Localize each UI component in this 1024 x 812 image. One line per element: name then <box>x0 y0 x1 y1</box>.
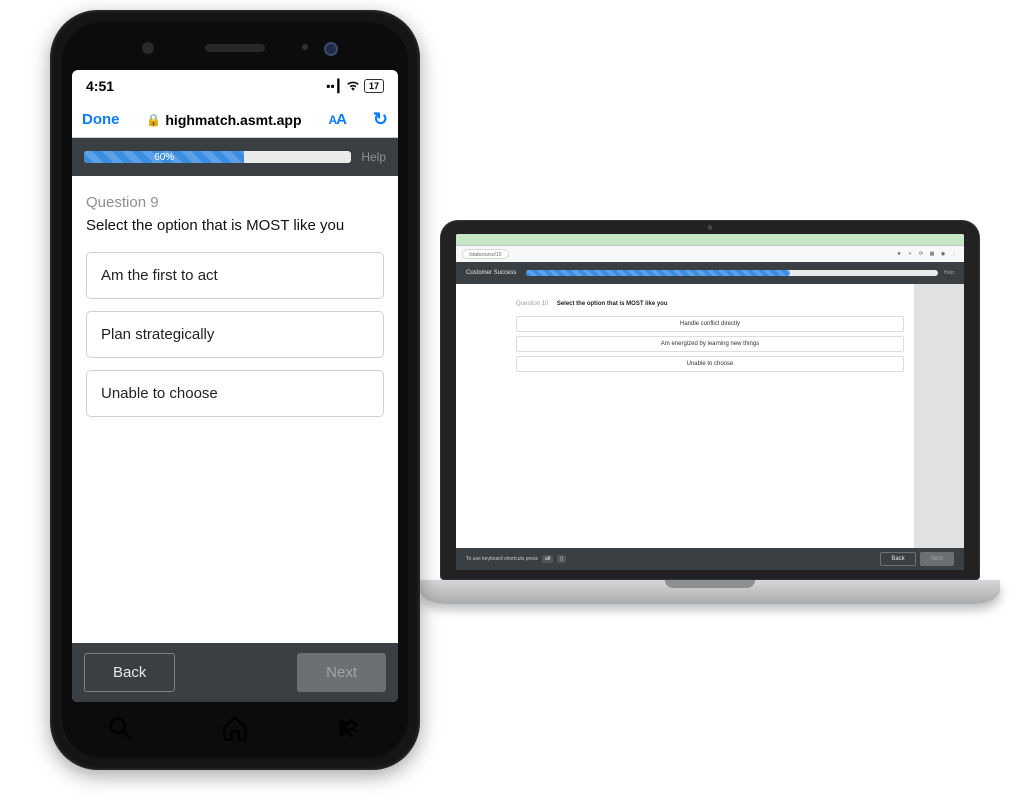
phone-screen: 4:51 ▪▪┃ 17 Done 🔒 highmatch.asmt.app AA… <box>72 70 398 702</box>
question-prompt: Select the option that is MOST like you <box>557 301 668 307</box>
phone-proximity-sensor <box>302 44 308 50</box>
question-prompt: Select the option that is MOST like you <box>86 217 384 234</box>
browser-toolbar-icons: ★ + ⟳ ▦ ◉ ⋮ <box>895 250 958 258</box>
address-url[interactable]: 🔒 highmatch.asmt.app <box>146 112 301 128</box>
browser-tab-bar <box>456 234 964 246</box>
home-key-icon[interactable] <box>221 714 249 747</box>
kbd-key-plus: ▯ <box>557 555 566 563</box>
status-bar: 4:51 ▪▪┃ 17 <box>72 70 398 102</box>
app-header-bar: Customer Success Help <box>456 262 964 284</box>
search-key-icon[interactable] <box>106 714 134 747</box>
plus-icon[interactable]: + <box>906 250 914 258</box>
laptop-mockup: /staticourso/10 ★ + ⟳ ▦ ◉ ⋮ Customer Suc… <box>420 220 1000 640</box>
app-title: Customer Success <box>466 270 516 276</box>
answer-option[interactable]: Unable to choose <box>86 370 384 417</box>
question-area: Question 10 Select the option that is MO… <box>456 284 964 548</box>
kbd-hint-text: To use keyboard shortcuts press <box>466 556 538 562</box>
text-size-button[interactable]: AA <box>328 111 346 128</box>
phone-front-camera <box>324 42 338 56</box>
status-icons: ▪▪┃ 17 <box>326 79 384 94</box>
question-area: Question 9 Select the option that is MOS… <box>72 176 398 643</box>
laptop-camera <box>708 225 713 230</box>
footer-buttons: Back Next <box>880 552 954 566</box>
progress-fill <box>526 270 789 276</box>
more-icon[interactable]: ⋮ <box>950 250 958 258</box>
sync-icon[interactable]: ⟳ <box>917 250 925 258</box>
phone-mockup: 4:51 ▪▪┃ 17 Done 🔒 highmatch.asmt.app AA… <box>50 10 420 770</box>
keyboard-hint: To use keyboard shortcuts press alt ▯ <box>466 555 566 563</box>
address-url[interactable]: /staticourso/10 <box>462 249 509 259</box>
laptop-base <box>420 580 1000 604</box>
battery-indicator: 17 <box>364 79 384 93</box>
back-key-icon[interactable] <box>336 714 364 747</box>
url-host: highmatch.asmt.app <box>165 112 301 128</box>
app-header-bar: 60% Help <box>72 138 398 176</box>
options-list: Handle conflict directly Am energized by … <box>516 316 904 372</box>
help-link[interactable]: Help <box>944 270 954 276</box>
profile-icon[interactable]: ◉ <box>939 250 947 258</box>
progress-bar <box>526 270 937 276</box>
laptop-screen: /staticourso/10 ★ + ⟳ ▦ ◉ ⋮ Customer Suc… <box>456 234 964 570</box>
next-button[interactable]: Next <box>920 552 954 566</box>
progress-label: 60% <box>84 151 244 163</box>
phone-inner: 4:51 ▪▪┃ 17 Done 🔒 highmatch.asmt.app AA… <box>62 22 408 758</box>
app-footer-bar: Back Next <box>72 643 398 702</box>
right-gutter <box>914 284 964 548</box>
lock-icon: 🔒 <box>146 113 161 127</box>
kbd-key-alt: alt <box>542 555 553 563</box>
progress-bar: 60% <box>84 151 351 163</box>
laptop-bezel: /staticourso/10 ★ + ⟳ ▦ ◉ ⋮ Customer Suc… <box>440 220 980 580</box>
safari-toolbar: Done 🔒 highmatch.asmt.app AA ↻ <box>72 102 398 138</box>
phone-speaker <box>205 44 265 52</box>
next-button[interactable]: Next <box>297 653 386 692</box>
status-time: 4:51 <box>86 78 114 94</box>
phone-front-sensor <box>142 42 154 54</box>
app-footer-bar: To use keyboard shortcuts press alt ▯ Ba… <box>456 548 964 570</box>
question-number: Question 9 <box>86 194 384 211</box>
back-button[interactable]: Back <box>84 653 175 692</box>
browser-address-bar[interactable]: /staticourso/10 ★ + ⟳ ▦ ◉ ⋮ <box>456 246 964 262</box>
help-link[interactable]: Help <box>361 150 386 164</box>
answer-option[interactable]: Unable to choose <box>516 356 904 372</box>
answer-option[interactable]: Handle conflict directly <box>516 316 904 332</box>
reload-button[interactable]: ↻ <box>373 109 388 130</box>
answer-option[interactable]: Plan strategically <box>86 311 384 358</box>
question-number: Question 10 <box>516 301 548 307</box>
star-icon[interactable]: ★ <box>895 250 903 258</box>
cell-signal-icon: ▪▪┃ <box>326 79 342 93</box>
done-button[interactable]: Done <box>82 111 120 128</box>
answer-option[interactable]: Am the first to act <box>86 252 384 299</box>
wifi-icon <box>346 79 360 94</box>
android-nav-keys <box>62 712 408 748</box>
progress-wrap: Help <box>526 270 954 276</box>
answer-option[interactable]: Am energized by learning new things <box>516 336 904 352</box>
grid-icon[interactable]: ▦ <box>928 250 936 258</box>
options-list: Am the first to act Plan strategically Una… <box>86 252 384 417</box>
back-button[interactable]: Back <box>880 552 915 566</box>
